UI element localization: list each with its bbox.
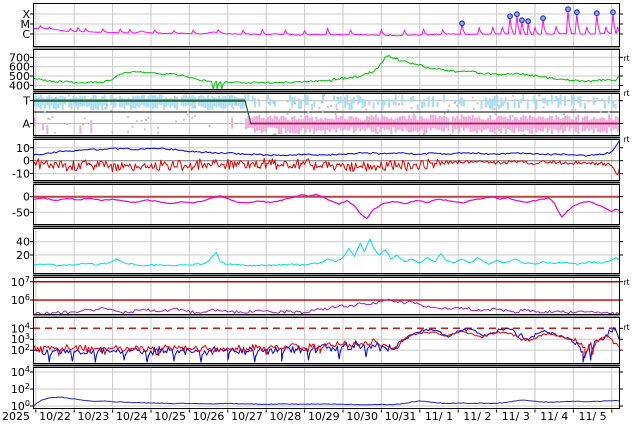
date-label: 11/ 4 (540, 410, 568, 423)
panel-separator (33, 316, 620, 317)
panel-border (34, 229, 620, 274)
date-label: 11/ 5 (578, 410, 606, 423)
flare-marker-circle (611, 10, 616, 15)
panel-border (34, 185, 620, 225)
y-tick-label: 106 (11, 293, 30, 307)
panel-border (34, 4, 620, 47)
date-label: 10/25 (154, 410, 186, 423)
panel-proton-flux: 104103102 (11, 317, 623, 364)
date-label: 11/ 3 (502, 410, 530, 423)
y-tick-label: 104 (11, 365, 30, 379)
flare-marker-circle (541, 16, 546, 21)
realtime-label: rt (624, 323, 630, 332)
flare-marker-circle (508, 14, 513, 19)
panel-separator (33, 226, 620, 228)
date-label: 10/28 (270, 410, 302, 423)
toward-phi-scatter (33, 94, 617, 110)
y-tick-label: C (22, 28, 30, 41)
flare-marker-circle (566, 7, 571, 12)
y-tick-label: -50 (12, 206, 30, 219)
panel-electron-flux: 107106 (11, 275, 623, 315)
panel-imf-sector: TA (22, 93, 623, 136)
date-label: 10/22 (39, 410, 71, 423)
series-density (33, 239, 620, 266)
realtime-label: rt (624, 54, 630, 63)
date-label: 11/ 2 (463, 410, 491, 423)
panel-separator (33, 48, 620, 49)
date-label: 11/ 1 (425, 410, 453, 423)
y-tick-label: 10 (16, 142, 30, 155)
flare-marker-circle (575, 10, 580, 15)
panel-separator (33, 365, 620, 367)
y-tick-label: 0 (23, 191, 30, 204)
y-tick-label: 102 (11, 343, 30, 357)
date-label: 10/30 (346, 410, 378, 423)
flare-marker-circle (520, 18, 525, 23)
panel-imf-bt-bz: 100-10 (12, 139, 623, 181)
flare-marker-circle (460, 21, 465, 26)
series-electrons-2mev (33, 299, 620, 315)
y-tick-label: 400 (9, 79, 30, 92)
flare-marker-circle (526, 19, 531, 24)
date-label: 10/23 (78, 410, 110, 423)
panel-border (34, 318, 620, 364)
flare-marker-circle (595, 11, 600, 16)
y-tick-label: A (22, 117, 30, 130)
series-dst (33, 194, 620, 218)
panel-border (34, 140, 620, 181)
series-wind-speed (33, 55, 620, 89)
panel-solar-wind-speed: 700600500400 (9, 49, 623, 92)
panel-dst-index: 0-50 (12, 184, 623, 225)
panel-solar-wind-density: 4020 (16, 228, 623, 274)
flare-markers (460, 7, 616, 26)
date-label: 10/24 (116, 410, 148, 423)
date-label: 10/31 (385, 410, 417, 423)
y-tick-label: 40 (16, 236, 30, 249)
panel-high-energy-proton-flux: 104102100 (11, 365, 623, 413)
panel-separator (33, 137, 620, 139)
realtime-label: rt (624, 278, 630, 287)
panel-separator (33, 182, 620, 184)
flare-marker-circle (515, 12, 520, 17)
y-tick-label: 20 (16, 249, 30, 262)
panel-separator (33, 275, 620, 277)
series-hep-flux (33, 397, 620, 406)
realtime-label: rt (624, 135, 630, 144)
panel-border (34, 50, 620, 90)
date-label: 10/27 (231, 410, 263, 423)
panel-border (34, 368, 620, 409)
y-tick-label: 0 (23, 155, 30, 168)
y-tick-label: -10 (12, 168, 30, 181)
y-tick-label: 102 (11, 382, 30, 396)
panel-separator (33, 91, 620, 93)
plot-canvas: XMC700600500400TA100-100-504020107106104… (0, 0, 634, 424)
y-tick-label: T (22, 95, 30, 108)
year-label: 2025 (2, 410, 30, 423)
x-axis: 2025 10/22 10/23 10/24 10/25 10/26 10/27 10/28 1… (2, 410, 612, 424)
date-label: 10/29 (308, 410, 340, 423)
date-label: 10/26 (193, 410, 225, 423)
solar-terrestrial-activity-chart: XMC700600500400TA100-100-504020107106104… (0, 0, 634, 424)
realtime-label: rt (624, 89, 630, 98)
y-tick-label: 107 (11, 275, 30, 289)
panel-xray-flux: XMC (21, 3, 624, 47)
series-protons-high (33, 331, 620, 358)
